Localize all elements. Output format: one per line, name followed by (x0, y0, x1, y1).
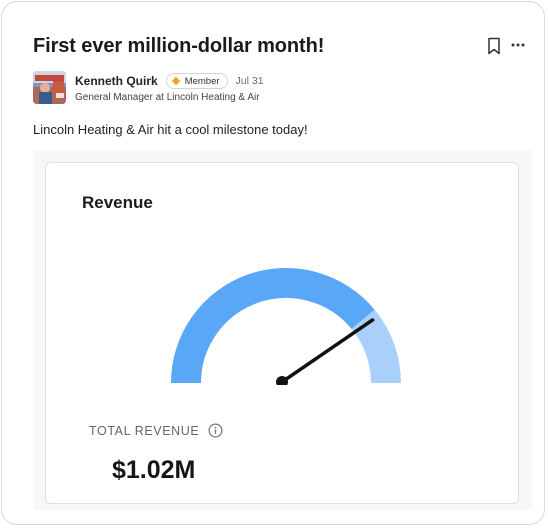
post-date: Jul 31 (235, 75, 264, 87)
post-card: First ever million-dollar month! Kenneth… (1, 1, 545, 525)
attachment-preview[interactable]: Revenue TOTAL REVENUE $1.02M (34, 150, 532, 510)
gauge-needle (280, 318, 375, 384)
post-body: Lincoln Heating & Air hit a cool milesto… (33, 122, 308, 137)
revenue-gauge (171, 268, 401, 385)
revenue-widget: Revenue TOTAL REVENUE $1.02M (45, 162, 519, 504)
member-badge: Member (165, 73, 228, 89)
avatar[interactable] (33, 71, 66, 104)
widget-title: Revenue (82, 193, 153, 212)
post-title: First ever million-dollar month! (33, 35, 325, 57)
info-icon[interactable] (208, 423, 223, 438)
author-meta: Kenneth Quirk Member Jul 31 (75, 72, 264, 90)
author-name[interactable]: Kenneth Quirk (75, 74, 158, 88)
more-horizontal-icon[interactable] (508, 36, 528, 56)
gauge-track (351, 309, 401, 384)
metric-value: $1.02M (112, 456, 196, 484)
diamond-icon (171, 76, 180, 86)
metric-label: TOTAL REVENUE (89, 423, 200, 438)
metric-label-row: TOTAL REVENUE (89, 423, 223, 438)
member-badge-label: Member (184, 75, 220, 87)
author-role: General Manager at Lincoln Heating & Air (75, 92, 260, 103)
bookmark-icon[interactable] (486, 36, 502, 56)
gauge-fill (171, 268, 375, 384)
